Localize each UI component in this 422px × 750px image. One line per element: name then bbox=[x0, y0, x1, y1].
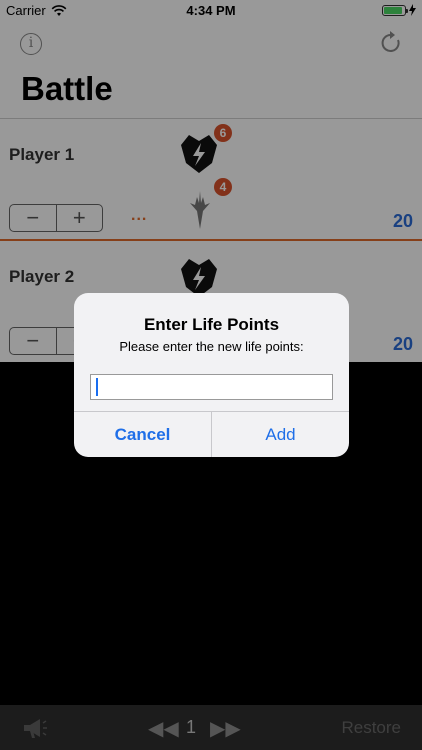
dialog-actions: Cancel Add bbox=[74, 411, 349, 457]
life-points-input[interactable] bbox=[90, 374, 333, 400]
dialog-title: Enter Life Points bbox=[143, 315, 280, 334]
cancel-button[interactable]: Cancel bbox=[74, 412, 212, 457]
megaphone-icon[interactable] bbox=[22, 717, 48, 739]
life-points-dialog: Enter Life Points Please enter the new l… bbox=[74, 293, 349, 457]
add-button[interactable]: Add bbox=[212, 412, 349, 457]
rewind-icon[interactable]: ◀◀ bbox=[148, 716, 179, 741]
text-caret bbox=[96, 378, 98, 396]
bottom-toolbar: ◀◀ 1 ▶▶ Restore bbox=[0, 705, 422, 750]
restore-button[interactable]: Restore bbox=[341, 718, 401, 738]
page-number: 1 bbox=[186, 717, 197, 737]
dialog-message: Please enter the new life points: bbox=[119, 339, 304, 354]
fast-forward-icon[interactable]: ▶▶ bbox=[210, 716, 241, 741]
